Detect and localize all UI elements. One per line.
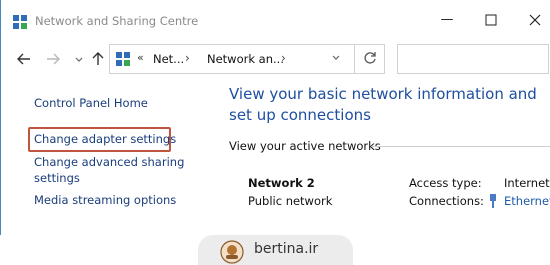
- maximize-icon[interactable]: [483, 12, 499, 28]
- bertina-logo-icon: [220, 240, 244, 264]
- access-type-label: Access type:: [409, 176, 482, 190]
- change-adapter-settings-link[interactable]: Change adapter settings: [34, 131, 176, 147]
- up-arrow-icon[interactable]: [90, 51, 106, 67]
- breadcrumb-network-internet[interactable]: Net...: [153, 52, 184, 66]
- minimize-icon[interactable]: —: [439, 12, 455, 28]
- active-networks-label: View your active networks: [229, 139, 381, 153]
- breadcrumb-separator[interactable]: ›: [281, 51, 286, 65]
- change-advanced-sharing-link[interactable]: Change advanced sharing: [34, 154, 184, 170]
- title-bar[interactable]: Network and Sharing Centre —: [2, 0, 550, 42]
- network-center-icon: [116, 52, 130, 66]
- watermark-text: bertina.ir: [254, 241, 319, 257]
- window-title: Network and Sharing Centre: [35, 14, 199, 28]
- address-bar[interactable]: « Net... › Network an... ›: [109, 44, 385, 74]
- address-divider: [354, 45, 355, 73]
- breadcrumb-separator[interactable]: ›: [185, 51, 190, 65]
- change-advanced-sharing-link-cont[interactable]: settings: [34, 170, 80, 186]
- watermark: bertina.ir: [198, 235, 353, 265]
- connections-label: Connections:: [409, 194, 484, 208]
- search-input[interactable]: [397, 44, 549, 74]
- address-dropdown-icon[interactable]: [331, 53, 341, 63]
- forward-arrow-icon[interactable]: [45, 51, 61, 67]
- network-sharing-window: Network and Sharing Centre — « Net... › …: [0, 0, 550, 235]
- page-heading: View your basic network information and …: [229, 85, 537, 124]
- ethernet-connection-link[interactable]: Ethernet: [504, 194, 550, 208]
- section-divider: [371, 146, 550, 147]
- ethernet-icon: [490, 194, 496, 208]
- refresh-icon[interactable]: [362, 50, 378, 66]
- chevron-down-icon[interactable]: [71, 51, 87, 67]
- network-type-link[interactable]: Public network: [248, 194, 332, 208]
- address-overflow-button[interactable]: «: [137, 51, 144, 64]
- close-icon[interactable]: [527, 12, 543, 28]
- back-arrow-icon[interactable]: [16, 51, 32, 67]
- network-name: Network 2: [248, 176, 315, 190]
- access-type-value: Internet: [504, 176, 550, 190]
- control-panel-home-link[interactable]: Control Panel Home: [34, 95, 148, 111]
- breadcrumb-network-sharing[interactable]: Network an...: [207, 52, 284, 66]
- network-center-icon: [13, 15, 27, 29]
- media-streaming-options-link[interactable]: Media streaming options: [34, 192, 176, 208]
